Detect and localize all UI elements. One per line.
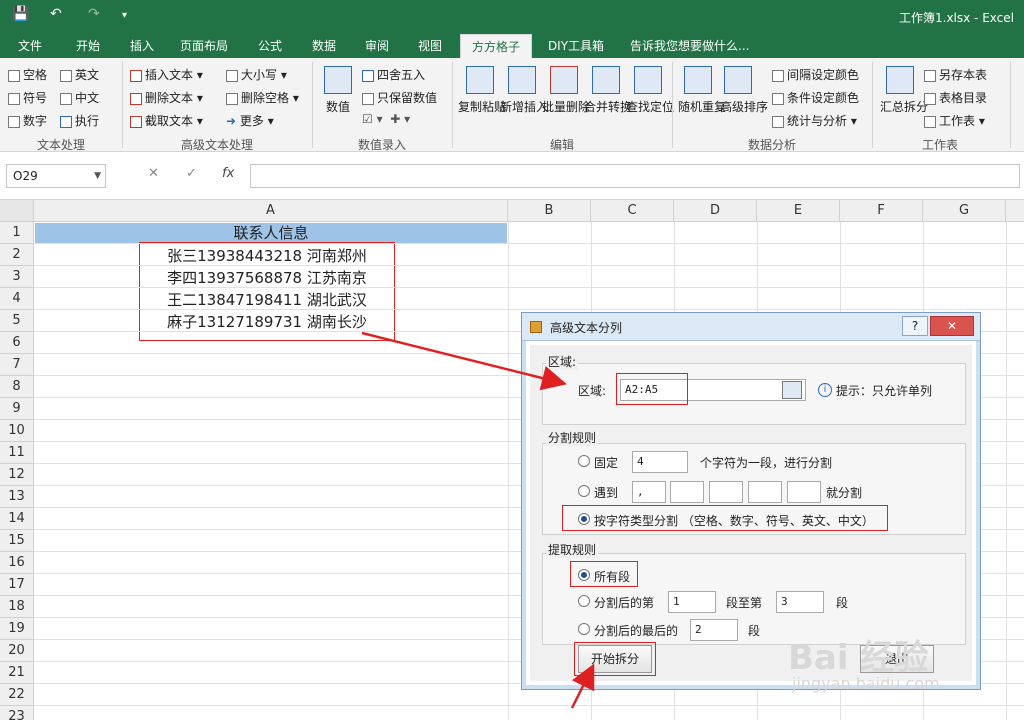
arrow-to-region	[361, 331, 567, 391]
watermark-url: jingyan.baidu.com	[792, 674, 940, 693]
arrow-to-start-button	[570, 663, 595, 709]
watermark-logo: Bai 经验	[788, 638, 929, 678]
annotation-arrows	[361, 331, 595, 709]
